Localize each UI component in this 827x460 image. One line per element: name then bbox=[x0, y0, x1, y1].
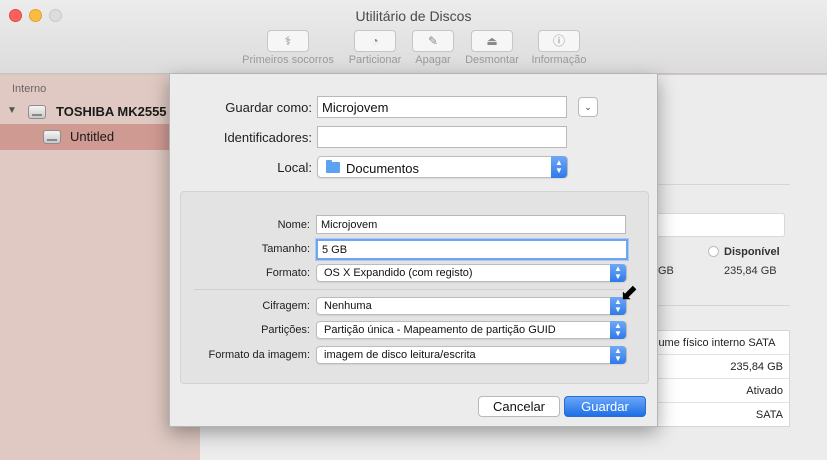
image-format-value: imagem de disco leitura/escrita bbox=[324, 349, 476, 361]
chevron-updown-icon: ▲ ▼ bbox=[610, 321, 626, 339]
image-format-popup[interactable]: imagem de disco leitura/escrita ▲ ▼ bbox=[316, 346, 627, 364]
tags-field[interactable] bbox=[317, 126, 567, 148]
table-row: Ativado bbox=[656, 379, 789, 403]
erase-icon[interactable]: ✎ bbox=[412, 30, 454, 52]
encryption-label: Cifragem: bbox=[262, 300, 310, 312]
toolbar-info[interactable]: ⓘ Informação bbox=[528, 30, 590, 66]
toolbar-partition-label: Particionar bbox=[348, 54, 402, 66]
partitions-value: Partição única - Mapeamento de partição … bbox=[324, 324, 556, 336]
encryption-popup[interactable]: Nenhuma ▲ ▼ bbox=[316, 297, 627, 315]
tags-label: Identificadores: bbox=[223, 130, 312, 145]
toolbar-first-aid-label: Primeiros socorros bbox=[242, 54, 334, 66]
format-value: OS X Expandido (com registo) bbox=[324, 267, 473, 279]
table-row: SATA bbox=[656, 403, 789, 427]
table-cell: Ativado bbox=[746, 385, 783, 397]
table-cell: SATA bbox=[755, 409, 783, 421]
table-cell: 235,84 GB bbox=[730, 361, 783, 373]
available-value: 235,84 GB bbox=[724, 265, 777, 277]
location-value: Documentos bbox=[346, 161, 419, 176]
toolbar-erase[interactable]: ✎ Apagar bbox=[411, 30, 455, 66]
divider bbox=[640, 305, 790, 306]
window-titlebar: Utilitário de Discos ⚕ Primeiros socorro… bbox=[0, 0, 827, 74]
folder-icon bbox=[326, 160, 340, 173]
volume-icon bbox=[43, 130, 61, 144]
cancel-button[interactable]: Cancelar bbox=[478, 396, 560, 417]
window-title: Utilitário de Discos bbox=[355, 8, 472, 24]
unmount-icon[interactable]: ⏏ bbox=[471, 30, 513, 52]
usage-bar bbox=[640, 213, 785, 237]
toolbar-unmount-label: Desmontar bbox=[465, 54, 519, 66]
available-label: Disponível bbox=[724, 246, 780, 258]
expand-dialog-button[interactable]: ⌄ bbox=[578, 97, 598, 117]
disclosure-triangle-icon[interactable]: ▼ bbox=[7, 105, 17, 116]
toolbar-unmount[interactable]: ⏏ Desmontar bbox=[463, 30, 521, 66]
size-field[interactable] bbox=[316, 239, 628, 260]
sidebar-volume-label: Untitled bbox=[70, 129, 115, 144]
sidebar-section-internal: Interno bbox=[12, 83, 47, 95]
available-legend-dot bbox=[708, 246, 719, 257]
toolbar-partition[interactable]: ◔ Particionar bbox=[346, 30, 404, 66]
partitions-popup[interactable]: Partição única - Mapeamento de partição … bbox=[316, 321, 627, 339]
location-popup[interactable]: Documentos ▲ ▼ bbox=[317, 156, 568, 178]
size-label: Tamanho: bbox=[261, 243, 310, 255]
divider bbox=[640, 184, 790, 185]
name-label: Nome: bbox=[277, 219, 310, 231]
chevron-updown-icon: ▲ ▼ bbox=[610, 346, 626, 364]
name-field[interactable] bbox=[316, 215, 626, 234]
toolbar-erase-label: Apagar bbox=[415, 54, 451, 66]
info-table: lume físico interno SATA 235,84 GB Ativa… bbox=[655, 330, 790, 427]
used-value: GB bbox=[658, 265, 674, 277]
table-row: 235,84 GB bbox=[656, 355, 789, 379]
chevron-updown-icon: ▲ ▼ bbox=[610, 264, 626, 282]
chevron-updown-icon: ▲ ▼ bbox=[551, 156, 567, 178]
save-button[interactable]: Guardar bbox=[564, 396, 646, 417]
save-as-label: Guardar como: bbox=[225, 100, 312, 115]
info-icon[interactable]: ⓘ bbox=[538, 30, 580, 52]
save-as-field[interactable] bbox=[317, 96, 567, 118]
table-cell: lume físico interno SATA bbox=[656, 337, 776, 349]
location-label: Local: bbox=[277, 160, 312, 175]
stethoscope-icon[interactable]: ⚕ bbox=[267, 30, 309, 52]
options-separator bbox=[194, 289, 624, 290]
partition-icon[interactable]: ◔ bbox=[354, 30, 396, 52]
hard-disk-icon bbox=[28, 105, 46, 119]
table-row: lume físico interno SATA bbox=[656, 331, 789, 355]
encryption-value: Nenhuma bbox=[324, 300, 372, 312]
toolbar-first-aid[interactable]: ⚕ Primeiros socorros bbox=[240, 30, 336, 66]
image-format-label: Formato da imagem: bbox=[208, 349, 310, 361]
save-sheet: Guardar como: ⌄ Identificadores: Local: … bbox=[169, 74, 658, 427]
format-popup[interactable]: OS X Expandido (com registo) ▲ ▼ bbox=[316, 264, 627, 282]
toolbar-info-label: Informação bbox=[531, 54, 587, 66]
partitions-label: Partições: bbox=[261, 324, 310, 336]
sidebar-disk-label: TOSHIBA MK2555 bbox=[56, 104, 167, 119]
format-label: Formato: bbox=[265, 267, 310, 279]
